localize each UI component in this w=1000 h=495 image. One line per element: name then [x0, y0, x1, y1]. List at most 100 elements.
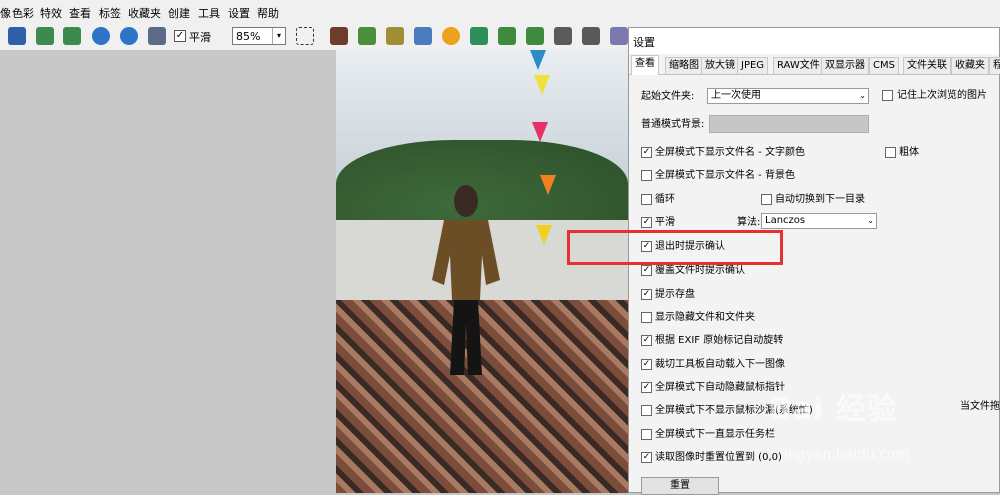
tab-dual-monitor[interactable]: 双显示器: [821, 57, 869, 74]
remember-image-label: 记住上次浏览的图片: [897, 90, 987, 101]
start-folder-label: 起始文件夹:: [641, 91, 695, 102]
next-image-icon[interactable]: [63, 27, 81, 45]
fs-filename-bg-label: 全屏模式下显示文件名 - 背景色: [655, 170, 795, 181]
watermark-logo: Bai 经验: [768, 392, 898, 427]
show-hidden-checkbox[interactable]: [641, 312, 652, 323]
tab-magnifier[interactable]: 放大镜: [701, 57, 739, 74]
crop-autoload-checkbox[interactable]: ✓: [641, 359, 652, 370]
loop-checkbox[interactable]: [641, 194, 652, 205]
tab-cms[interactable]: CMS: [869, 57, 899, 74]
crop-icon[interactable]: [386, 27, 404, 45]
fs-taskbar-checkbox[interactable]: [641, 429, 652, 440]
fs-no-hourglass-checkbox[interactable]: [641, 405, 652, 416]
tab-view[interactable]: 查看: [631, 55, 659, 75]
smooth-checkbox[interactable]: ✓: [174, 30, 186, 42]
smooth-label: 平滑: [189, 31, 211, 44]
reset-pos-checkbox[interactable]: ✓: [641, 452, 652, 463]
prompt-save-label: 提示存盘: [655, 289, 695, 300]
bold-label: 粗体: [899, 147, 919, 158]
menu-tags[interactable]: 标签: [99, 5, 121, 21]
tab-raw[interactable]: RAW文件: [773, 57, 824, 74]
bg-color-swatch[interactable]: [709, 115, 869, 133]
menu-bar: 像 色彩 特效 查看 标签 收藏夹 创建 工具 设置 帮助: [0, 0, 1000, 24]
sun-icon[interactable]: [442, 27, 460, 45]
zoom-out-icon[interactable]: [120, 27, 138, 45]
crop-autoload-label: 裁切工具板自动载入下一图像: [655, 359, 785, 370]
confirm-overwrite-label: 覆盖文件时提示确认: [655, 265, 745, 276]
menu-effects[interactable]: 特效: [40, 5, 62, 21]
reset-button[interactable]: 重置: [641, 477, 719, 495]
smooth-label-dialog: 平滑: [655, 217, 675, 228]
auto-next-dir-label: 自动切换到下一目录: [775, 194, 865, 205]
flag: [532, 122, 548, 142]
menu-view[interactable]: 查看: [69, 5, 91, 21]
algorithm-value: Lanczos: [765, 215, 806, 226]
menu-tools[interactable]: 工具: [198, 5, 220, 21]
tab-favorites[interactable]: 收藏夹: [951, 57, 989, 74]
rotate-right-icon[interactable]: [526, 27, 544, 45]
chevron-down-icon: ⌄: [867, 216, 874, 225]
batch-icon[interactable]: [414, 27, 432, 45]
menu-favorites[interactable]: 收藏夹: [128, 5, 161, 21]
selection-icon[interactable]: [296, 27, 314, 45]
save-icon[interactable]: [8, 27, 26, 45]
side-note: 当文件拖: [960, 401, 1000, 412]
algorithm-select[interactable]: Lanczos ⌄: [761, 213, 877, 229]
fs-hide-cursor-label: 全屏模式下自动隐藏鼠标指针: [655, 382, 785, 393]
tab-more[interactable]: 程: [989, 57, 1000, 74]
zoom-value: 85%: [236, 30, 261, 43]
tab-thumbnails[interactable]: 缩略图: [665, 57, 703, 74]
tab-jpeg[interactable]: JPEG: [737, 57, 769, 74]
menu-color[interactable]: 色彩: [12, 5, 34, 21]
performer: [432, 185, 500, 375]
menu-image[interactable]: 像: [0, 5, 11, 21]
flag: [530, 50, 546, 70]
show-hidden-label: 显示隐藏文件和文件夹: [655, 312, 755, 323]
dialog-titlebar[interactable]: 设置: [629, 28, 999, 54]
person-icon[interactable]: [470, 27, 488, 45]
viewer-background: [0, 50, 336, 493]
fs-hide-cursor-checkbox[interactable]: ✓: [641, 382, 652, 393]
highlight-box: [567, 230, 783, 265]
bg-color-label: 普通模式背景:: [641, 119, 705, 130]
remember-image-checkbox[interactable]: [882, 90, 893, 101]
dialog-title: 设置: [633, 36, 655, 49]
exif-rotate-checkbox[interactable]: ✓: [641, 335, 652, 346]
filmstrip-icon[interactable]: [330, 27, 348, 45]
zoom-select[interactable]: 85% ▾: [232, 27, 286, 45]
flag: [534, 75, 550, 95]
erase-icon[interactable]: [610, 27, 628, 45]
flag: [540, 175, 556, 195]
algorithm-label: 算法:: [737, 217, 761, 228]
start-folder-value: 上一次使用: [711, 90, 761, 101]
menu-create[interactable]: 创建: [168, 5, 190, 21]
prev-image-icon[interactable]: [36, 27, 54, 45]
slideshow-icon[interactable]: [582, 27, 600, 45]
confirm-overwrite-checkbox[interactable]: ✓: [641, 265, 652, 276]
flag: [536, 225, 552, 245]
prompt-save-checkbox[interactable]: ✓: [641, 289, 652, 300]
start-folder-select[interactable]: 上一次使用 ⌄: [707, 88, 869, 104]
export-icon[interactable]: [358, 27, 376, 45]
reset-pos-label: 读取图像时重置位置到 (0,0): [655, 452, 782, 463]
compare-icon[interactable]: [554, 27, 572, 45]
rotate-left-icon[interactable]: [498, 27, 516, 45]
fs-filename-text-checkbox[interactable]: ✓: [641, 147, 652, 158]
fs-filename-bg-checkbox[interactable]: [641, 170, 652, 181]
menu-settings[interactable]: 设置: [228, 5, 250, 21]
bold-checkbox[interactable]: [885, 147, 896, 158]
watermark-url: jingyan.baidu.com: [780, 447, 910, 463]
settings-tabs: 查看 缩略图 放大镜 JPEG RAW文件 双显示器 CMS 文件关联 收藏夹 …: [629, 54, 1000, 75]
chevron-down-icon[interactable]: ▾: [272, 28, 285, 44]
chevron-down-icon: ⌄: [859, 91, 866, 100]
auto-next-dir-checkbox[interactable]: [761, 194, 772, 205]
loop-label: 循环: [655, 194, 675, 205]
smooth-checkbox-dialog[interactable]: ✓: [641, 217, 652, 228]
fit-window-icon[interactable]: [148, 27, 166, 45]
zoom-in-icon[interactable]: [92, 27, 110, 45]
exif-rotate-label: 根据 EXIF 原始标记自动旋转: [655, 335, 784, 346]
menu-help[interactable]: 帮助: [257, 5, 279, 21]
tab-file-assoc[interactable]: 文件关联: [903, 57, 951, 74]
fs-taskbar-label: 全屏模式下一直显示任务栏: [655, 429, 775, 440]
concert-photo: [336, 50, 628, 493]
